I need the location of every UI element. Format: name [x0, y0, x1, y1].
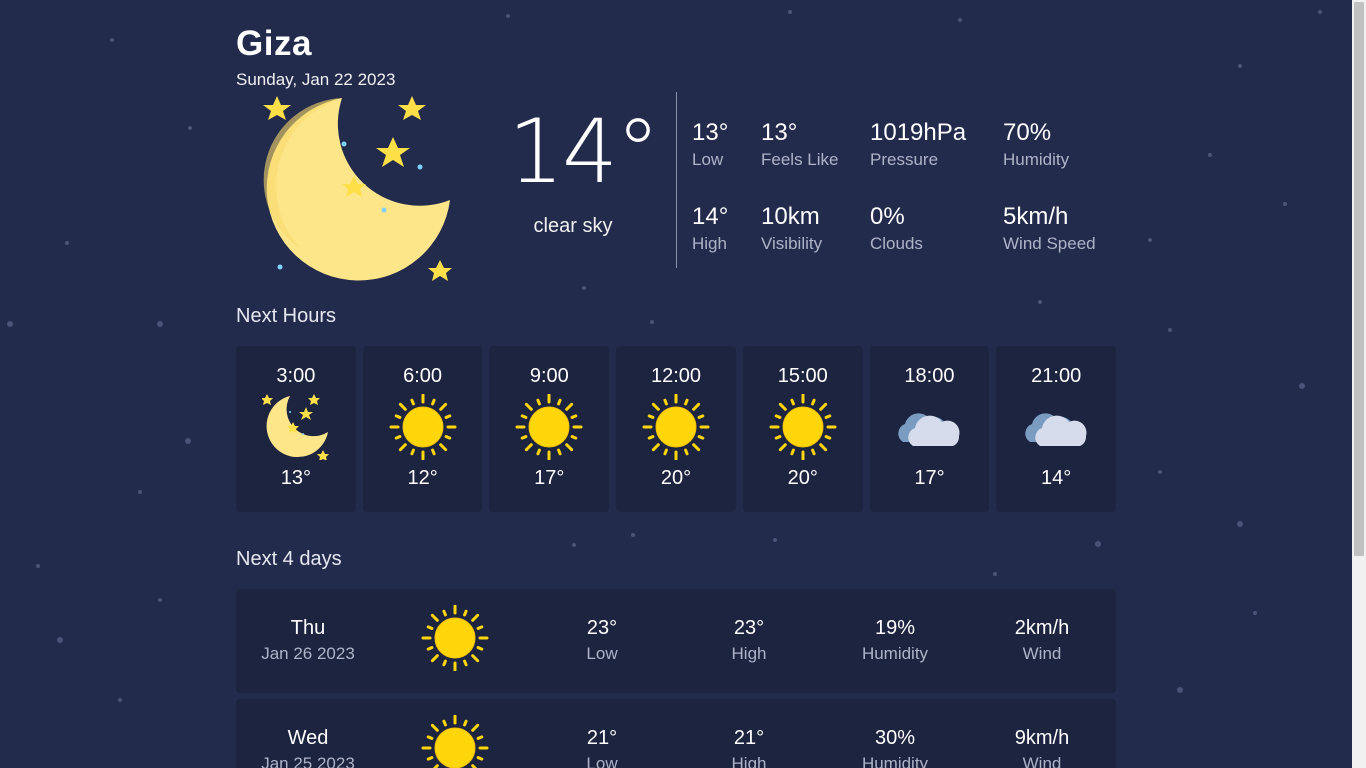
- hour-temp: 12°: [407, 467, 438, 489]
- stat-value: 0%: [870, 203, 905, 230]
- sun-icon: [421, 605, 489, 671]
- hour-temp: 17°: [534, 467, 565, 489]
- sun-icon: [769, 394, 837, 460]
- day-wind-value: 2km/h: [1014, 617, 1070, 639]
- day-wind-value: 9km/h: [1014, 727, 1070, 749]
- hour-card: 21:00 14°: [996, 346, 1117, 512]
- day-name-value: Wed: [287, 727, 329, 749]
- stat-label: Feels Like: [761, 150, 839, 170]
- stat-value: 13°: [692, 119, 729, 146]
- stat-label: Wind Speed: [1003, 234, 1096, 254]
- next-hours-title: Next Hours: [236, 305, 337, 327]
- sun-icon: [421, 715, 489, 768]
- day-high: 21° High: [684, 727, 814, 768]
- stat-clouds: 0% Clouds: [870, 203, 923, 254]
- stat-value: 13°: [761, 119, 798, 146]
- hour-card: 15:00 20°: [742, 346, 863, 512]
- day-low-value: 21°: [586, 727, 618, 749]
- hour-time: 6:00: [403, 365, 443, 387]
- sun-icon: [515, 394, 583, 460]
- day-high-label: High: [731, 754, 767, 768]
- day-wind: 9km/h Wind: [977, 727, 1107, 768]
- stat-visibility: 10km Visibility: [761, 203, 823, 254]
- day-low-label: Low: [586, 644, 618, 663]
- hour-time: 21:00: [1031, 365, 1082, 387]
- scrollbar[interactable]: [1352, 0, 1366, 768]
- sun-icon: [389, 394, 457, 460]
- day-low: 23° Low: [537, 617, 667, 664]
- day-humidity-value: 19%: [874, 617, 916, 639]
- cloud-icon: [898, 413, 960, 446]
- day-wind-label: Wind: [1022, 754, 1062, 768]
- day-humidity-value: 30%: [874, 727, 916, 749]
- hour-time: 18:00: [904, 365, 955, 387]
- scrollbar-thumb[interactable]: [1354, 2, 1364, 556]
- sun-icon: [642, 394, 710, 460]
- stat-label: High: [692, 234, 727, 254]
- stat-value: 10km: [761, 203, 820, 230]
- day-high-label: High: [731, 644, 767, 663]
- day-high: 23° High: [684, 617, 814, 664]
- day-humidity-label: Humidity: [861, 754, 929, 768]
- day-low: 21° Low: [537, 727, 667, 768]
- hour-temp: 20°: [660, 467, 692, 489]
- city-name: Giza: [236, 24, 312, 63]
- hour-time: 3:00: [276, 365, 316, 387]
- stat-value: 5km/h: [1003, 203, 1069, 230]
- stat-value: 70%: [1003, 119, 1052, 146]
- stat-pressure: 1019hPa Pressure: [870, 119, 967, 170]
- day-humidity: 30% Humidity: [830, 727, 960, 768]
- hour-card: 6:00 12°: [362, 346, 483, 512]
- day-low-label: Low: [586, 754, 618, 768]
- day-wind: 2km/h Wind: [977, 617, 1107, 664]
- stat-label: Humidity: [1003, 150, 1070, 170]
- current-date: Sunday, Jan 22 2023: [236, 70, 396, 89]
- hour-temp: 20°: [787, 467, 818, 489]
- day-row: Wed Jan 25 2023 21° Low 21° High 30% Hum…: [236, 699, 1116, 768]
- day-high-value: 21°: [733, 727, 765, 749]
- hour-time: 15:00: [777, 365, 828, 387]
- day-low-value: 23°: [586, 617, 618, 639]
- stat-low: 13° Low: [692, 119, 729, 170]
- day-name-label: Jan 25 2023: [261, 754, 355, 768]
- stat-high: 14° High: [692, 203, 729, 254]
- moon-stars-icon: [263, 96, 452, 281]
- hour-card: 9:00 17°: [489, 346, 610, 512]
- day-wind-label: Wind: [1022, 644, 1062, 663]
- hour-time: 12:00: [650, 365, 702, 387]
- stat-label: Low: [692, 150, 724, 170]
- hourly-forecast: 3:00 13° 6:00 12° 9:00 17° 12:00 20° 15:…: [236, 346, 1117, 512]
- day-name-value: Thu: [290, 617, 326, 639]
- cloud-icon: [1025, 413, 1087, 446]
- hour-card: 12:00 20°: [616, 346, 736, 512]
- stat-value: 14°: [692, 203, 729, 230]
- current-temperature: 14°: [508, 100, 660, 203]
- stat-wind-speed: 5km/h Wind Speed: [1003, 203, 1096, 254]
- day-humidity: 19% Humidity: [830, 617, 960, 664]
- day-high-value: 23°: [733, 617, 765, 639]
- next-days-title: Next 4 days: [236, 548, 342, 570]
- moon-stars-icon: [261, 394, 329, 460]
- stat-label: Pressure: [870, 150, 939, 170]
- stat-feels-like: 13° Feels Like: [761, 119, 839, 170]
- day-name: Thu Jan 26 2023: [243, 617, 373, 664]
- hour-card: 18:00 17°: [869, 346, 990, 512]
- hour-temp: 17°: [914, 467, 945, 489]
- day-row: Thu Jan 26 2023 23° Low 23° High 19% Hum…: [236, 589, 1116, 693]
- stat-humidity: 70% Humidity: [1003, 119, 1070, 170]
- day-humidity-label: Humidity: [861, 644, 929, 663]
- divider: [676, 92, 677, 268]
- hour-card: 3:00 13°: [236, 346, 356, 512]
- stat-label: Visibility: [761, 234, 823, 254]
- hour-time: 9:00: [529, 365, 569, 387]
- stat-label: Clouds: [870, 234, 923, 254]
- weather-description: clear sky: [533, 215, 613, 237]
- hour-temp: 13°: [280, 467, 311, 489]
- stat-value: 1019hPa: [870, 119, 967, 146]
- day-name: Wed Jan 25 2023: [243, 727, 373, 768]
- day-name-label: Jan 26 2023: [261, 644, 355, 663]
- hour-temp: 14°: [1041, 467, 1072, 489]
